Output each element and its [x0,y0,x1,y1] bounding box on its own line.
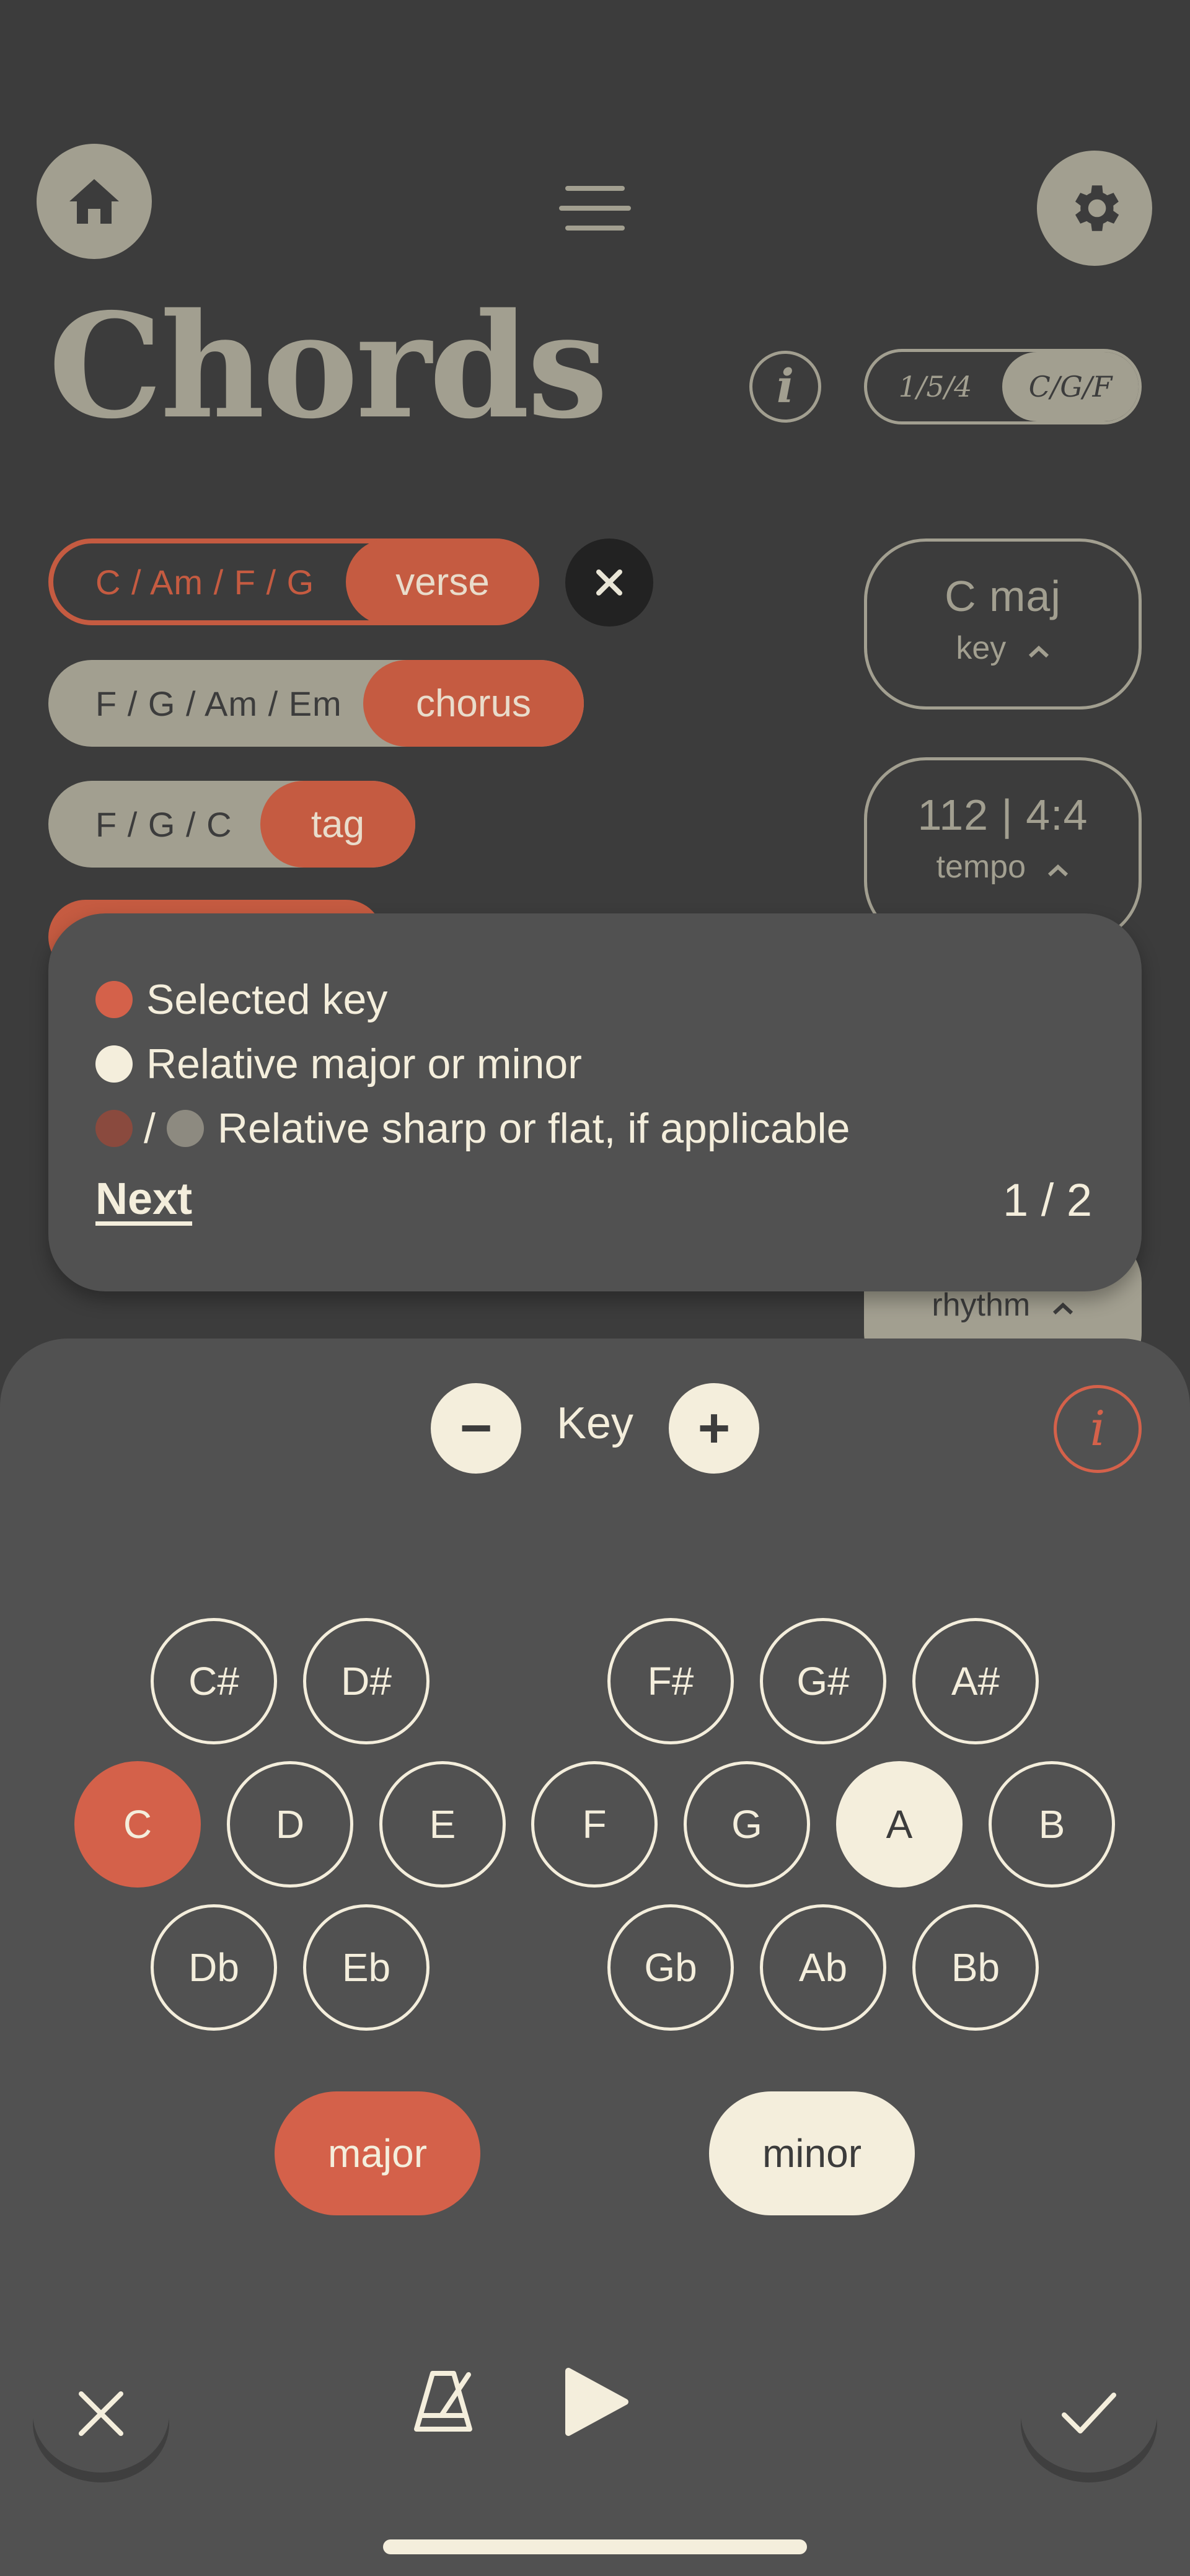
key-label-row: key [867,630,1139,667]
check-icon [1062,2393,1116,2433]
legend-row-selected: Selected key [95,975,387,1024]
selected-dot-icon [95,981,133,1018]
key-button-flat[interactable]: Eb [303,1904,430,2031]
section-chords: F / G / C [95,804,232,844]
section-chords: C / Am / F / G [95,562,315,602]
legend-tooltip: Selected key Relative major or minor / R… [48,913,1142,1291]
relative-dot-icon [95,1045,133,1083]
legend-row-relative: Relative major or minor [95,1040,582,1088]
tooltip-page-indicator: 1 / 2 [1003,1174,1092,1226]
confirm-button[interactable] [1021,2355,1157,2473]
remove-section-button[interactable] [565,538,653,626]
key-info-button[interactable]: i [1054,1385,1142,1473]
key-button-natural[interactable]: B [989,1761,1115,1888]
rhythm-label-row: rhythm [864,1286,1142,1324]
tempo-label: tempo [936,849,1026,885]
chevron-up-icon [1048,864,1069,877]
key-decrement-button[interactable]: − [431,1383,521,1474]
key-button-sharp[interactable]: F# [607,1618,734,1744]
home-button[interactable] [37,144,152,259]
next-button[interactable]: Next [95,1174,192,1224]
key-button-natural[interactable]: F [531,1761,658,1888]
chevron-up-icon [1028,645,1049,658]
key-picker-label: Key [556,1399,634,1448]
toggle-option-letters[interactable]: C/G/F [1002,352,1139,421]
legend-text: Relative major or minor [146,1040,582,1088]
info-icon: i [776,360,795,413]
close-icon [596,569,622,596]
menu-button[interactable] [557,181,633,237]
legend-text: Relative sharp or flat, if applicable [217,1105,850,1152]
key-button-flat[interactable]: Db [151,1904,277,2031]
key-button-flat[interactable]: Ab [760,1904,886,2031]
flat-dot-icon [166,1110,204,1147]
close-icon [79,2391,123,2436]
metronome-button[interactable] [409,2367,477,2435]
key-button-sharp[interactable]: G# [760,1618,886,1744]
key-button-flat[interactable]: Gb [607,1904,734,2031]
mode-minor-button[interactable]: minor [709,2091,915,2215]
key-increment-button[interactable]: + [669,1383,759,1474]
home-icon [69,179,119,224]
info-icon: i [1090,1401,1106,1457]
section-tag: chorus [363,660,584,747]
section-pill-chorus[interactable]: F / G / Am / Em chorus [48,660,584,747]
cancel-button[interactable] [33,2355,169,2473]
page-title: Chords [48,281,608,451]
key-button-sharp[interactable]: A# [912,1618,1039,1744]
chevron-up-icon [1052,1302,1073,1315]
play-button[interactable] [561,2366,633,2438]
key-card[interactable]: C maj key [864,538,1142,710]
toggle-option-numbers[interactable]: 1/5/4 [867,352,1003,421]
numbering-toggle[interactable]: 1/5/4 C/G/F [864,349,1142,424]
key-button-relative[interactable]: A [836,1761,963,1888]
key-button-natural[interactable]: G [684,1761,810,1888]
key-button-selected[interactable]: C [74,1761,201,1888]
legend-text: Selected key [146,976,388,1023]
section-chords: F / G / Am / Em [95,684,342,723]
section-tag: verse [346,538,539,625]
section-pill-tag[interactable]: F / G / C tag [48,781,415,868]
key-button-natural[interactable]: D [227,1761,353,1888]
rhythm-label: rhythm [932,1287,1031,1323]
key-button-sharp[interactable]: C# [151,1618,277,1744]
legend-separator: / [144,1105,156,1152]
tempo-value: 112 | 4:4 [917,791,1088,839]
key-button-flat[interactable]: Bb [912,1904,1039,2031]
mode-major-button[interactable]: major [275,2091,480,2215]
menu-icon [559,186,631,231]
info-button[interactable]: i [749,351,821,423]
tempo-label-row: tempo [867,848,1139,886]
key-value: C maj [945,572,1061,620]
settings-button[interactable] [1037,151,1152,266]
home-indicator[interactable] [383,2539,807,2554]
sharp-dot-icon [95,1110,133,1147]
metronome-icon [414,2371,472,2432]
section-tag: tag [260,781,415,868]
key-button-sharp[interactable]: D# [303,1618,430,1744]
play-icon [565,2368,628,2436]
key-button-natural[interactable]: E [379,1761,506,1888]
gear-icon [1075,185,1119,231]
section-pill-verse[interactable]: C / Am / F / G verse [48,538,539,625]
key-label: key [956,630,1007,666]
legend-row-sharp-flat: / Relative sharp or flat, if applicable [95,1104,850,1153]
